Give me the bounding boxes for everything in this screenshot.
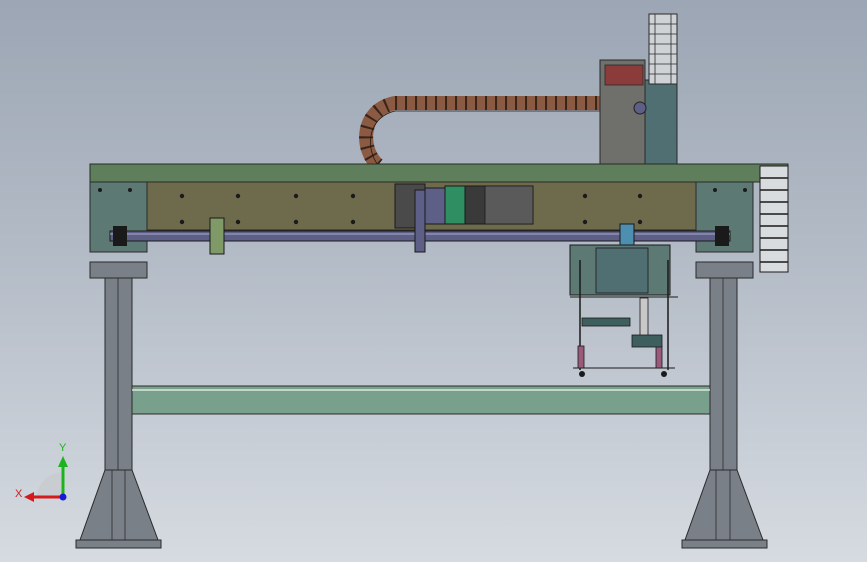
lower-crossbar [131, 385, 711, 415]
coordinate-triad [24, 456, 68, 502]
cad-viewport[interactable]: Y X [0, 0, 867, 562]
x-axis-label: X [15, 488, 23, 500]
x-axis-arrowhead [24, 492, 34, 502]
gantry-drawing [24, 13, 789, 549]
cable-chain-top [359, 96, 640, 171]
carriage-head [569, 244, 678, 377]
vertical-column [599, 13, 678, 166]
z-axis-dot [59, 493, 67, 501]
side-cable-chain [759, 165, 789, 273]
y-axis-arrowhead [58, 456, 68, 467]
y-axis-label: Y [59, 442, 67, 454]
